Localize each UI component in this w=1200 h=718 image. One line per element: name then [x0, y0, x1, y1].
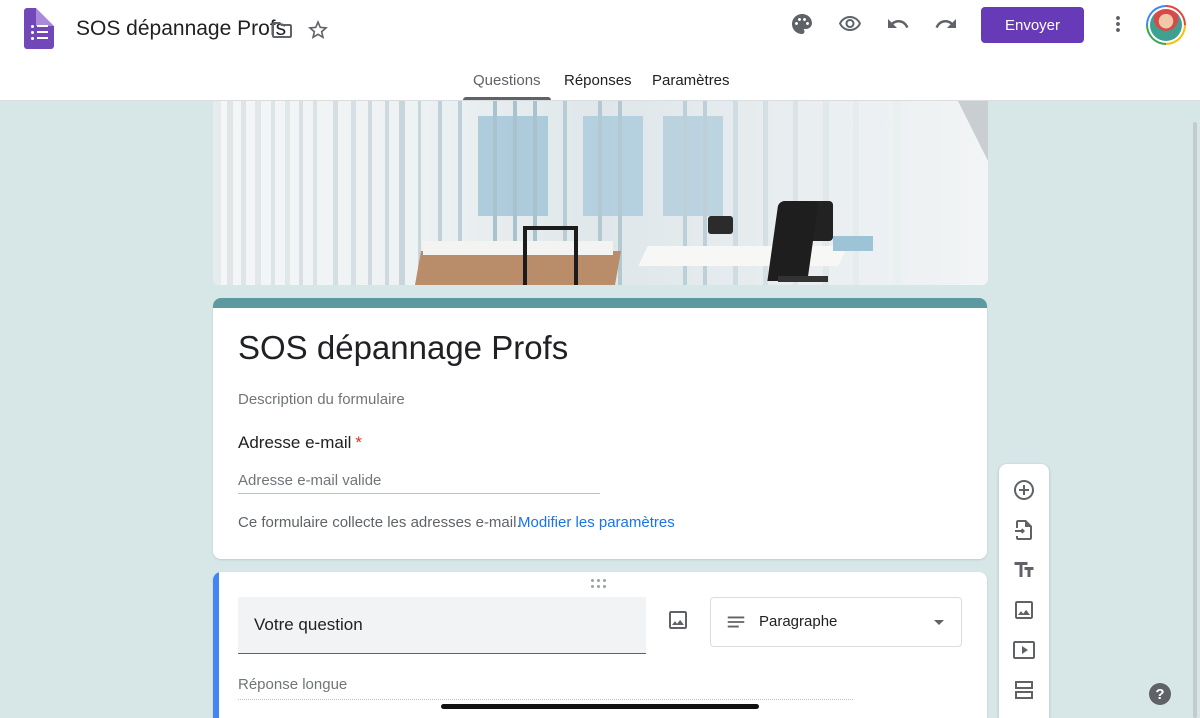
add-title-icon[interactable]	[1008, 554, 1040, 586]
theme-stripe	[213, 298, 987, 308]
question-type-label: Paragraphe	[759, 613, 838, 630]
star-icon[interactable]	[298, 10, 338, 50]
home-indicator	[441, 704, 759, 709]
preview-eye-icon[interactable]	[830, 4, 870, 44]
import-questions-icon[interactable]	[1008, 514, 1040, 546]
required-star: *	[355, 433, 362, 452]
form-description[interactable]: Description du formulaire	[238, 391, 405, 408]
document-title[interactable]: SOS dépannage Profs	[76, 17, 286, 41]
add-question-icon[interactable]	[1008, 474, 1040, 506]
tab-bar: Questions Réponses Paramètres	[0, 60, 1200, 101]
add-image-icon[interactable]	[663, 605, 693, 635]
tab-settings[interactable]: Paramètres	[652, 72, 730, 89]
form-header-card: SOS dépannage Profs Description du formu…	[213, 298, 987, 559]
active-question-indicator	[213, 572, 219, 718]
email-collection-note: Ce formulaire collecte les adresses e-ma…	[238, 514, 521, 531]
header-bar: SOS dépannage Profs Envoyer Questions Ré…	[0, 0, 1200, 101]
undo-icon[interactable]	[878, 4, 918, 44]
question-title-input[interactable]: Votre question	[238, 597, 646, 654]
question-card[interactable]: Votre question Paragraphe Réponse longue	[213, 572, 987, 718]
add-section-icon[interactable]	[1008, 674, 1040, 706]
question-type-dropdown[interactable]: Paragraphe	[710, 597, 962, 647]
folder-icon[interactable]	[262, 10, 302, 50]
forms-logo-icon[interactable]	[24, 8, 54, 49]
scrollbar[interactable]	[1193, 122, 1197, 718]
add-image-icon[interactable]	[1008, 594, 1040, 626]
more-vert-icon[interactable]	[1098, 4, 1138, 44]
header-banner-image	[213, 101, 988, 285]
floating-toolbar	[999, 464, 1049, 718]
send-button[interactable]: Envoyer	[981, 7, 1084, 43]
drag-handle-icon[interactable]	[591, 578, 609, 590]
tab-questions[interactable]: Questions	[473, 72, 541, 89]
avatar[interactable]	[1146, 5, 1186, 45]
help-icon[interactable]: ?	[1149, 683, 1171, 705]
tab-responses[interactable]: Réponses	[564, 72, 632, 89]
paragraph-icon	[727, 616, 745, 628]
redo-icon[interactable]	[926, 4, 966, 44]
email-field[interactable]	[238, 468, 600, 494]
dropdown-caret-icon	[934, 620, 944, 625]
form-title[interactable]: SOS dépannage Profs	[238, 329, 568, 367]
add-video-icon[interactable]	[1008, 634, 1040, 666]
email-question-label: Adresse e-mail *	[238, 433, 362, 453]
email-label-text: Adresse e-mail	[238, 433, 352, 452]
long-answer-placeholder: Réponse longue	[238, 676, 853, 700]
active-tab-indicator	[463, 97, 551, 100]
palette-icon[interactable]	[782, 4, 822, 44]
modify-settings-link[interactable]: Modifier les paramètres	[518, 514, 675, 531]
